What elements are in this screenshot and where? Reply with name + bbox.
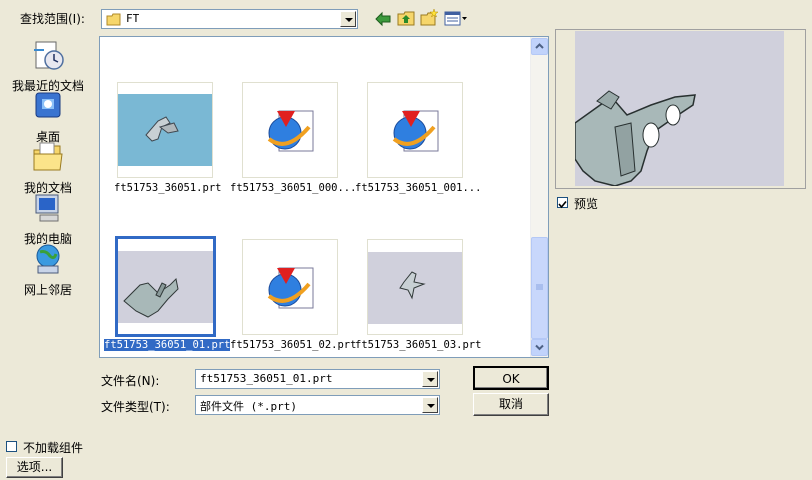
lookin-label: 查找范围(I):: [20, 12, 85, 26]
folder-icon: [106, 13, 121, 26]
chevron-up-icon: [535, 43, 544, 49]
scroll-up-button[interactable]: [531, 38, 548, 55]
vertical-scrollbar[interactable]: [530, 37, 548, 357]
recent-documents-icon: [34, 41, 64, 70]
filetype-value: 部件文件 (*.prt): [200, 400, 297, 413]
part-thumbnail-icon: [368, 252, 462, 324]
scroll-down-button[interactable]: [531, 339, 548, 356]
globe-app-icon: [267, 110, 314, 152]
filename-label: 文件名(N):: [101, 374, 160, 388]
views-menu-icon[interactable]: [443, 8, 469, 28]
noload-checkbox[interactable]: [6, 441, 17, 452]
globe-app-icon: [392, 110, 439, 152]
part-preview-image: [575, 31, 784, 186]
file-thumbnail[interactable]: [367, 239, 463, 335]
filetype-combo[interactable]: 部件文件 (*.prt): [195, 395, 440, 415]
lookin-value: FT: [126, 12, 140, 25]
network-places-icon: [36, 244, 60, 274]
file-thumbnail[interactable]: [242, 239, 338, 335]
check-icon: [558, 200, 567, 209]
place-my-documents[interactable]: 我的文档: [6, 140, 90, 196]
file-thumbnail[interactable]: [367, 82, 463, 178]
file-name[interactable]: ft51753_36051_03.prt: [355, 339, 481, 351]
preview-checkbox[interactable]: [557, 197, 568, 209]
place-recent-documents[interactable]: 我最近的文档: [6, 38, 90, 94]
chevron-down-icon[interactable]: [422, 397, 438, 413]
options-button[interactable]: 选项...: [6, 457, 63, 478]
my-documents-icon: [33, 142, 63, 171]
chevron-down-icon[interactable]: [340, 11, 356, 27]
preview-label: 预览: [574, 197, 599, 211]
new-folder-icon[interactable]: [419, 8, 439, 28]
filetype-label: 文件类型(T):: [101, 400, 170, 414]
file-name[interactable]: ft51753_36051_02.prt: [230, 339, 356, 351]
desktop-icon: [35, 92, 61, 118]
filename-combo[interactable]: ft51753_36051_01.prt: [195, 369, 440, 389]
part-thumbnail-icon: [118, 251, 213, 323]
cancel-button[interactable]: 取消: [473, 393, 549, 416]
file-name[interactable]: ft51753_36051.prt: [114, 182, 221, 194]
file-list[interactable]: ft51753_36051.prt ft51753_36051_000... f…: [99, 36, 549, 358]
scroll-thumb[interactable]: [531, 237, 548, 339]
place-desktop[interactable]: 桌面: [6, 89, 90, 145]
globe-app-icon: [267, 267, 314, 309]
file-name[interactable]: ft51753_36051_001...: [355, 182, 481, 194]
filename-value: ft51753_36051_01.prt: [200, 372, 333, 385]
ok-button[interactable]: OK: [473, 366, 549, 390]
chevron-down-icon: [535, 344, 544, 351]
part-thumbnail-icon: [118, 94, 212, 166]
place-my-computer[interactable]: 我的电脑: [6, 191, 90, 247]
file-thumbnail-selected[interactable]: [115, 236, 216, 337]
back-arrow-icon[interactable]: [373, 9, 393, 29]
chevron-down-icon[interactable]: [422, 371, 438, 387]
file-thumbnail[interactable]: [117, 82, 213, 178]
grip-icon: [536, 284, 543, 290]
lookin-combo[interactable]: FT: [101, 9, 358, 29]
file-thumbnail[interactable]: [242, 82, 338, 178]
preview-pane: [555, 29, 806, 189]
place-network-places[interactable]: 网上邻居: [6, 242, 90, 298]
file-name[interactable]: ft51753_36051_000...: [230, 182, 356, 194]
noload-label: 不加载组件: [23, 441, 84, 455]
up-folder-icon[interactable]: [396, 8, 416, 28]
my-computer-icon: [35, 194, 59, 222]
file-name-selected[interactable]: ft51753_36051_01.prt: [102, 338, 232, 352]
place-label: 网上邻居: [23, 283, 72, 297]
